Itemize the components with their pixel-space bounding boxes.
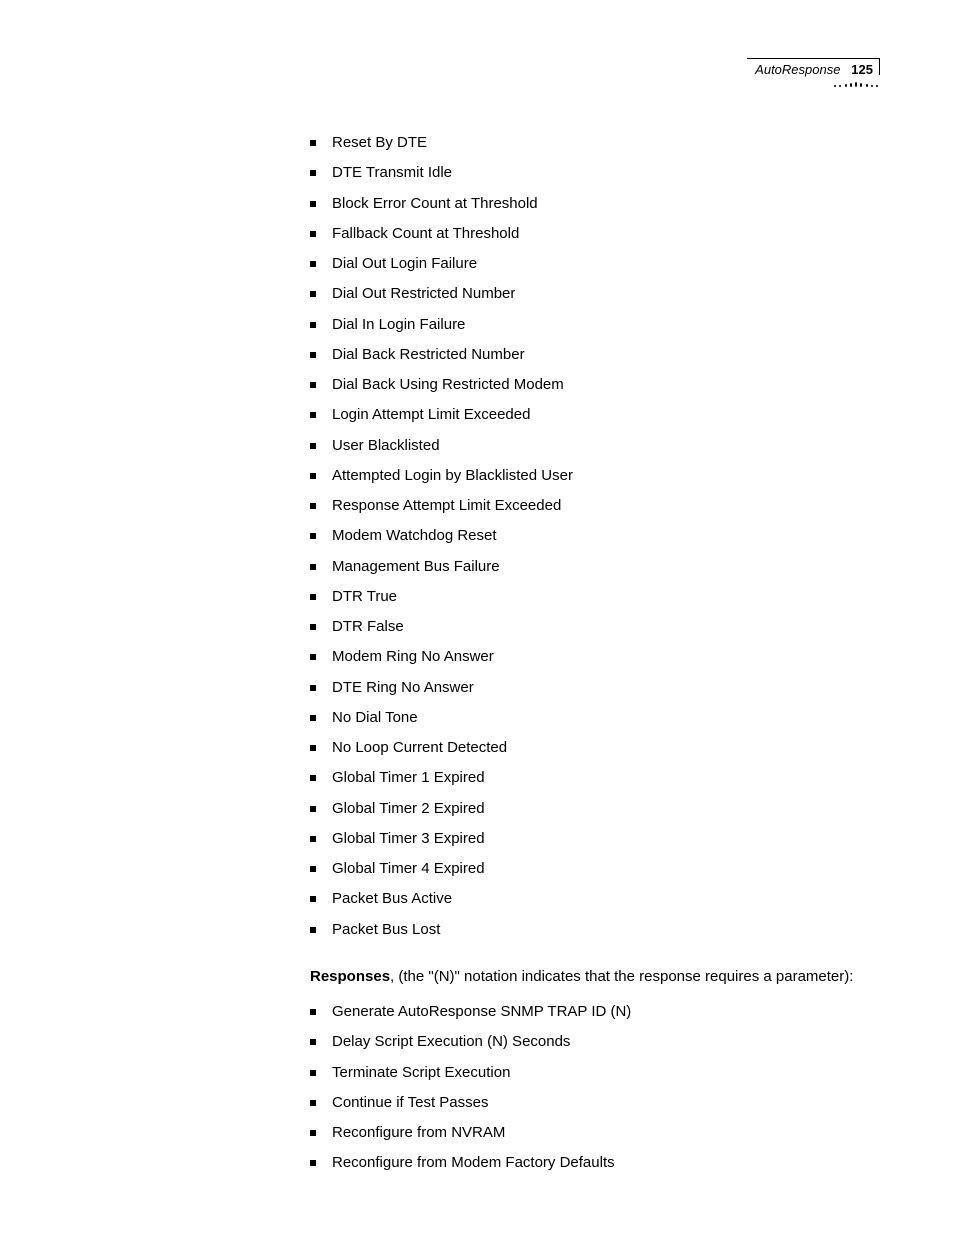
list-item: DTR True xyxy=(332,582,880,612)
list-item: Reconfigure from Modem Factory Defaults xyxy=(332,1148,880,1178)
events-list: Reset By DTEDTE Transmit IdleBlock Error… xyxy=(310,128,880,945)
list-item: Fallback Count at Threshold xyxy=(332,219,880,249)
list-item: Attempted Login by Blacklisted User xyxy=(332,461,880,491)
list-item: Packet Bus Active xyxy=(332,884,880,914)
list-item: Packet Bus Lost xyxy=(332,915,880,945)
list-item: Reset By DTE xyxy=(332,128,880,158)
list-item: Global Timer 1 Expired xyxy=(332,763,880,793)
list-item: Generate AutoResponse SNMP TRAP ID (N) xyxy=(332,997,880,1027)
header-dots-icon xyxy=(834,77,878,87)
list-item: Modem Watchdog Reset xyxy=(332,521,880,551)
list-item: DTE Transmit Idle xyxy=(332,158,880,188)
list-item: Block Error Count at Threshold xyxy=(332,189,880,219)
responses-paragraph: Responses, (the "(N)" notation indicates… xyxy=(310,967,880,987)
list-item: Modem Ring No Answer xyxy=(332,642,880,672)
list-item: Dial Back Restricted Number xyxy=(332,340,880,370)
list-item: Dial In Login Failure xyxy=(332,310,880,340)
list-item: Management Bus Failure xyxy=(332,552,880,582)
list-item: Dial Back Using Restricted Modem xyxy=(332,370,880,400)
list-item: Global Timer 4 Expired xyxy=(332,854,880,884)
list-item: Reconfigure from NVRAM xyxy=(332,1118,880,1148)
responses-intro-text: , (the "(N)" notation indicates that the… xyxy=(390,968,853,985)
list-item: Dial Out Login Failure xyxy=(332,249,880,279)
page-number: 125 xyxy=(851,62,873,77)
page-header: AutoResponse 125 xyxy=(747,58,880,75)
list-item: No Dial Tone xyxy=(332,703,880,733)
responses-label: Responses xyxy=(310,968,390,985)
list-item: Delay Script Execution (N) Seconds xyxy=(332,1027,880,1057)
list-item: Continue if Test Passes xyxy=(332,1088,880,1118)
list-item: User Blacklisted xyxy=(332,431,880,461)
list-item: DTR False xyxy=(332,612,880,642)
list-item: No Loop Current Detected xyxy=(332,733,880,763)
list-item: Login Attempt Limit Exceeded xyxy=(332,400,880,430)
list-item: Response Attempt Limit Exceeded xyxy=(332,491,880,521)
list-item: DTE Ring No Answer xyxy=(332,673,880,703)
responses-list: Generate AutoResponse SNMP TRAP ID (N)De… xyxy=(310,997,880,1179)
header-section: AutoResponse xyxy=(755,62,840,77)
list-item: Global Timer 2 Expired xyxy=(332,794,880,824)
list-item: Terminate Script Execution xyxy=(332,1058,880,1088)
list-item: Global Timer 3 Expired xyxy=(332,824,880,854)
list-item: Dial Out Restricted Number xyxy=(332,279,880,309)
